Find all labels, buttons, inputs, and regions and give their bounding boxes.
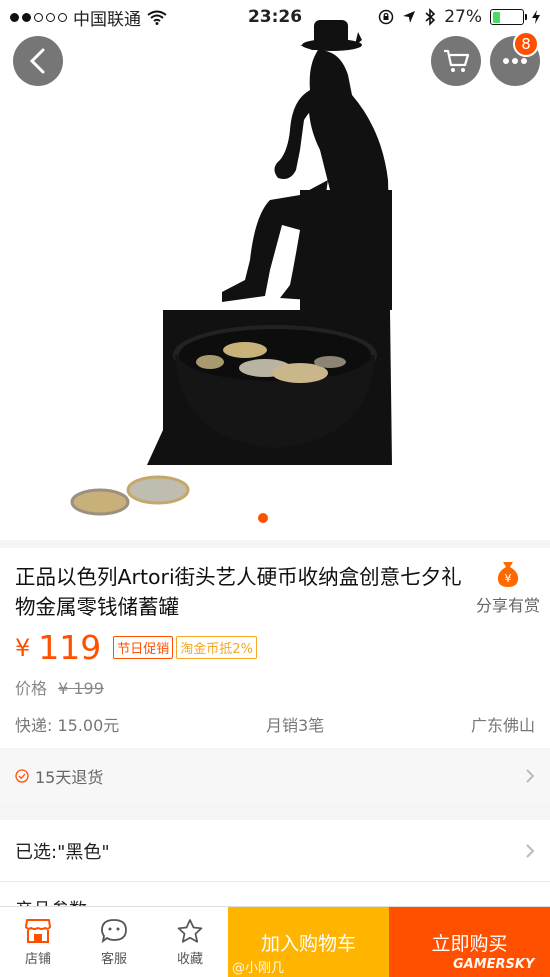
charging-icon	[532, 10, 541, 24]
favorite-button[interactable]: 收藏	[152, 907, 228, 977]
share-label: 分享有赏	[475, 596, 540, 615]
customer-service-label: 客服	[100, 951, 127, 967]
store-button[interactable]: 店铺	[0, 907, 76, 977]
chat-face-icon	[101, 918, 127, 943]
star-icon	[177, 918, 203, 943]
product-title: 正品以色列Artori街头艺人硬币收纳盒创意七夕礼物金属零钱储蓄罐	[15, 565, 462, 619]
status-bar: 中国联通 23:26 27%	[0, 0, 550, 34]
customer-service-button[interactable]: 客服	[76, 907, 152, 977]
cart-count-badge: 8	[513, 31, 539, 57]
current-price: 119	[38, 628, 102, 667]
share-reward-button[interactable]: ¥ 分享有赏	[470, 560, 546, 616]
favorite-label: 收藏	[176, 951, 203, 967]
service-row[interactable]: 15天退货	[0, 750, 550, 802]
back-button[interactable]	[13, 36, 63, 86]
ship-location: 广东佛山	[470, 716, 535, 735]
location-icon	[403, 11, 416, 23]
money-bag-icon: ¥	[497, 562, 519, 587]
selected-variant-row[interactable]: 已选:"黑色"	[0, 820, 550, 882]
chevron-right-icon	[526, 843, 535, 858]
bluetooth-icon	[425, 8, 436, 26]
carrier-name: 中国联通	[73, 9, 141, 30]
return-policy: 15天退货	[35, 768, 104, 787]
original-price: ¥ 199	[58, 679, 104, 698]
product-image-area[interactable]: 8	[0, 0, 550, 540]
cart-button[interactable]	[431, 36, 481, 86]
monthly-sales: 月销3笔	[266, 716, 325, 735]
coin-tag: 淘金币抵2%	[176, 636, 257, 659]
shipping-fee: 快递: 15.00元	[15, 716, 120, 735]
currency-symbol: ¥	[15, 633, 31, 662]
battery-percent: 27%	[444, 7, 483, 27]
more-icon	[503, 58, 527, 64]
meta-row: 快递: 15.00元 月销3笔 广东佛山	[15, 712, 535, 736]
original-price-label: 价格	[15, 679, 48, 698]
store-icon	[25, 918, 51, 943]
image-pager-dot	[258, 513, 268, 523]
wifi-icon	[147, 10, 167, 25]
rotation-lock-icon	[378, 9, 394, 25]
chevron-left-icon	[29, 48, 45, 74]
cart-icon	[444, 49, 470, 72]
site-watermark: GAMERSKY	[453, 957, 535, 972]
battery-icon	[490, 9, 528, 25]
signal-strength-icon	[10, 12, 67, 22]
promo-tag: 节日促销	[113, 636, 174, 659]
weibo-watermark: @小刚几	[232, 961, 285, 976]
store-label: 店铺	[24, 951, 51, 967]
price-row: ¥ 119 节日促销 淘金币抵2%	[15, 628, 260, 667]
svg-text:¥: ¥	[505, 572, 512, 585]
product-info: 正品以色列Artori街头艺人硬币收纳盒创意七夕礼物金属零钱储蓄罐 ¥ 分享有赏…	[0, 548, 550, 748]
original-price-row: 价格 ¥ 199	[15, 675, 104, 699]
chevron-right-icon	[526, 769, 535, 783]
check-circle-icon	[15, 769, 29, 783]
selected-variant: 已选:"黑色"	[15, 841, 110, 863]
status-time: 23:26	[247, 7, 303, 27]
